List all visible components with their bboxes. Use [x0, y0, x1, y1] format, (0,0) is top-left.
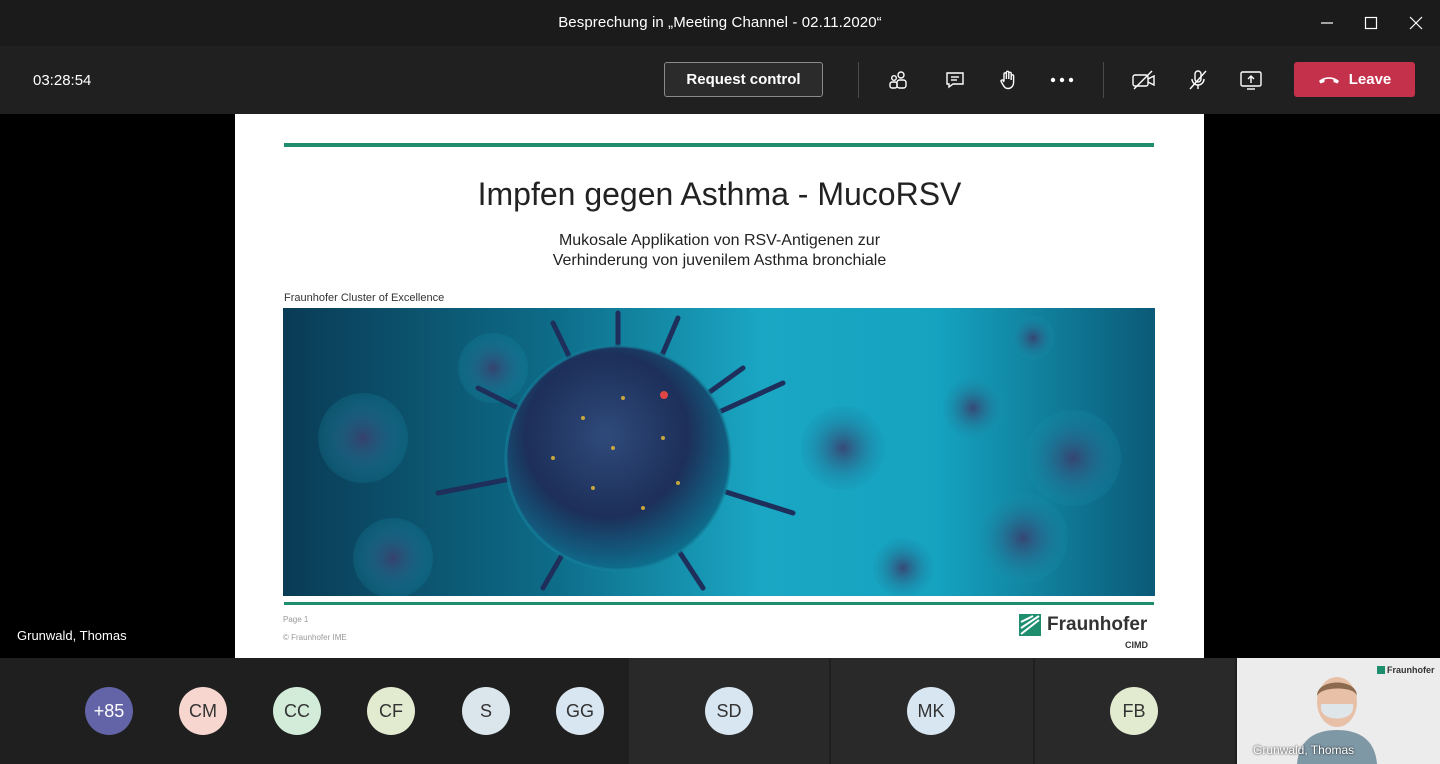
meeting-toolbar: 03:28:54 Request control Leave	[0, 46, 1440, 114]
slide-copyright: © Fraunhofer IME	[283, 633, 347, 642]
participants-icon[interactable]	[885, 66, 913, 94]
shared-screen-stage: Impfen gegen Asthma - MucoRSV Mukosale A…	[0, 114, 1440, 658]
mic-off-icon[interactable]	[1184, 66, 1212, 94]
slide-cluster-label: Fraunhofer Cluster of Excellence	[284, 292, 445, 304]
participant-avatar[interactable]: CF	[367, 687, 415, 735]
chat-icon[interactable]	[941, 66, 969, 94]
slide-subtitle-line1: Mukosale Applikation von RSV-Antigenen z…	[558, 232, 881, 249]
title-bar: Besprechung in „Meeting Channel - 02.11.…	[0, 0, 1440, 46]
logo-text: Fraunhofer	[1047, 614, 1148, 635]
meeting-timer: 03:28:54	[33, 72, 92, 89]
slide-subtitle: Mukosale Applikation von RSV-Antigenen z…	[235, 231, 1204, 271]
participant-avatar[interactable]: SD	[705, 687, 753, 735]
fraunhofer-logo: Fraunhofer CIMD	[1019, 611, 1155, 651]
participant-avatar[interactable]: MK	[907, 687, 955, 735]
participant-avatar[interactable]: GG	[556, 687, 604, 735]
slide-page-number: Page 1	[283, 615, 309, 624]
slide-title: Impfen gegen Asthma - MucoRSV	[477, 176, 962, 212]
participant-avatar[interactable]: FB	[1110, 687, 1158, 735]
minimize-icon[interactable]	[1312, 8, 1342, 38]
close-icon[interactable]	[1401, 8, 1431, 38]
phone-hangup-icon	[1318, 76, 1339, 83]
leave-button[interactable]: Leave	[1294, 62, 1415, 97]
presentation-slide: Impfen gegen Asthma - MucoRSV Mukosale A…	[235, 114, 1204, 658]
virus-image	[283, 308, 1155, 596]
participant-avatar[interactable]: S	[462, 687, 510, 735]
toolbar-divider	[858, 62, 859, 98]
share-screen-icon[interactable]	[1237, 66, 1265, 94]
more-icon[interactable]	[1048, 66, 1076, 94]
participant-avatar[interactable]: CC	[273, 687, 321, 735]
video-logo-text: Fraunhofer	[1387, 665, 1435, 675]
window-title: Besprechung in „Meeting Channel - 02.11.…	[558, 14, 882, 31]
maximize-icon[interactable]	[1356, 8, 1386, 38]
raise-hand-icon[interactable]	[994, 66, 1022, 94]
participant-video[interactable]: Fraunhofer Grunwald, Thomas	[1237, 658, 1440, 764]
video-participant-name: Grunwald, Thomas	[1253, 743, 1355, 757]
teams-meeting-window: Besprechung in „Meeting Channel - 02.11.…	[0, 0, 1440, 764]
request-control-button[interactable]: Request control	[664, 62, 823, 97]
slide-top-rule	[284, 143, 1154, 147]
participant-strip: +85 CM CC CF S GG SD MK FB Fraunhofer Gr…	[0, 658, 1440, 764]
presenter-name: Grunwald, Thomas	[17, 628, 127, 643]
slide-subtitle-line2: Verhinderung von juvenilem Asthma bronch…	[552, 252, 887, 269]
camera-off-icon[interactable]	[1130, 66, 1158, 94]
toolbar-divider	[1103, 62, 1104, 98]
participant-avatar[interactable]: +85	[85, 687, 133, 735]
leave-label: Leave	[1348, 71, 1392, 88]
logo-subtext: CIMD	[1125, 640, 1148, 650]
participant-avatar[interactable]: CM	[179, 687, 227, 735]
slide-bottom-rule	[284, 602, 1154, 605]
